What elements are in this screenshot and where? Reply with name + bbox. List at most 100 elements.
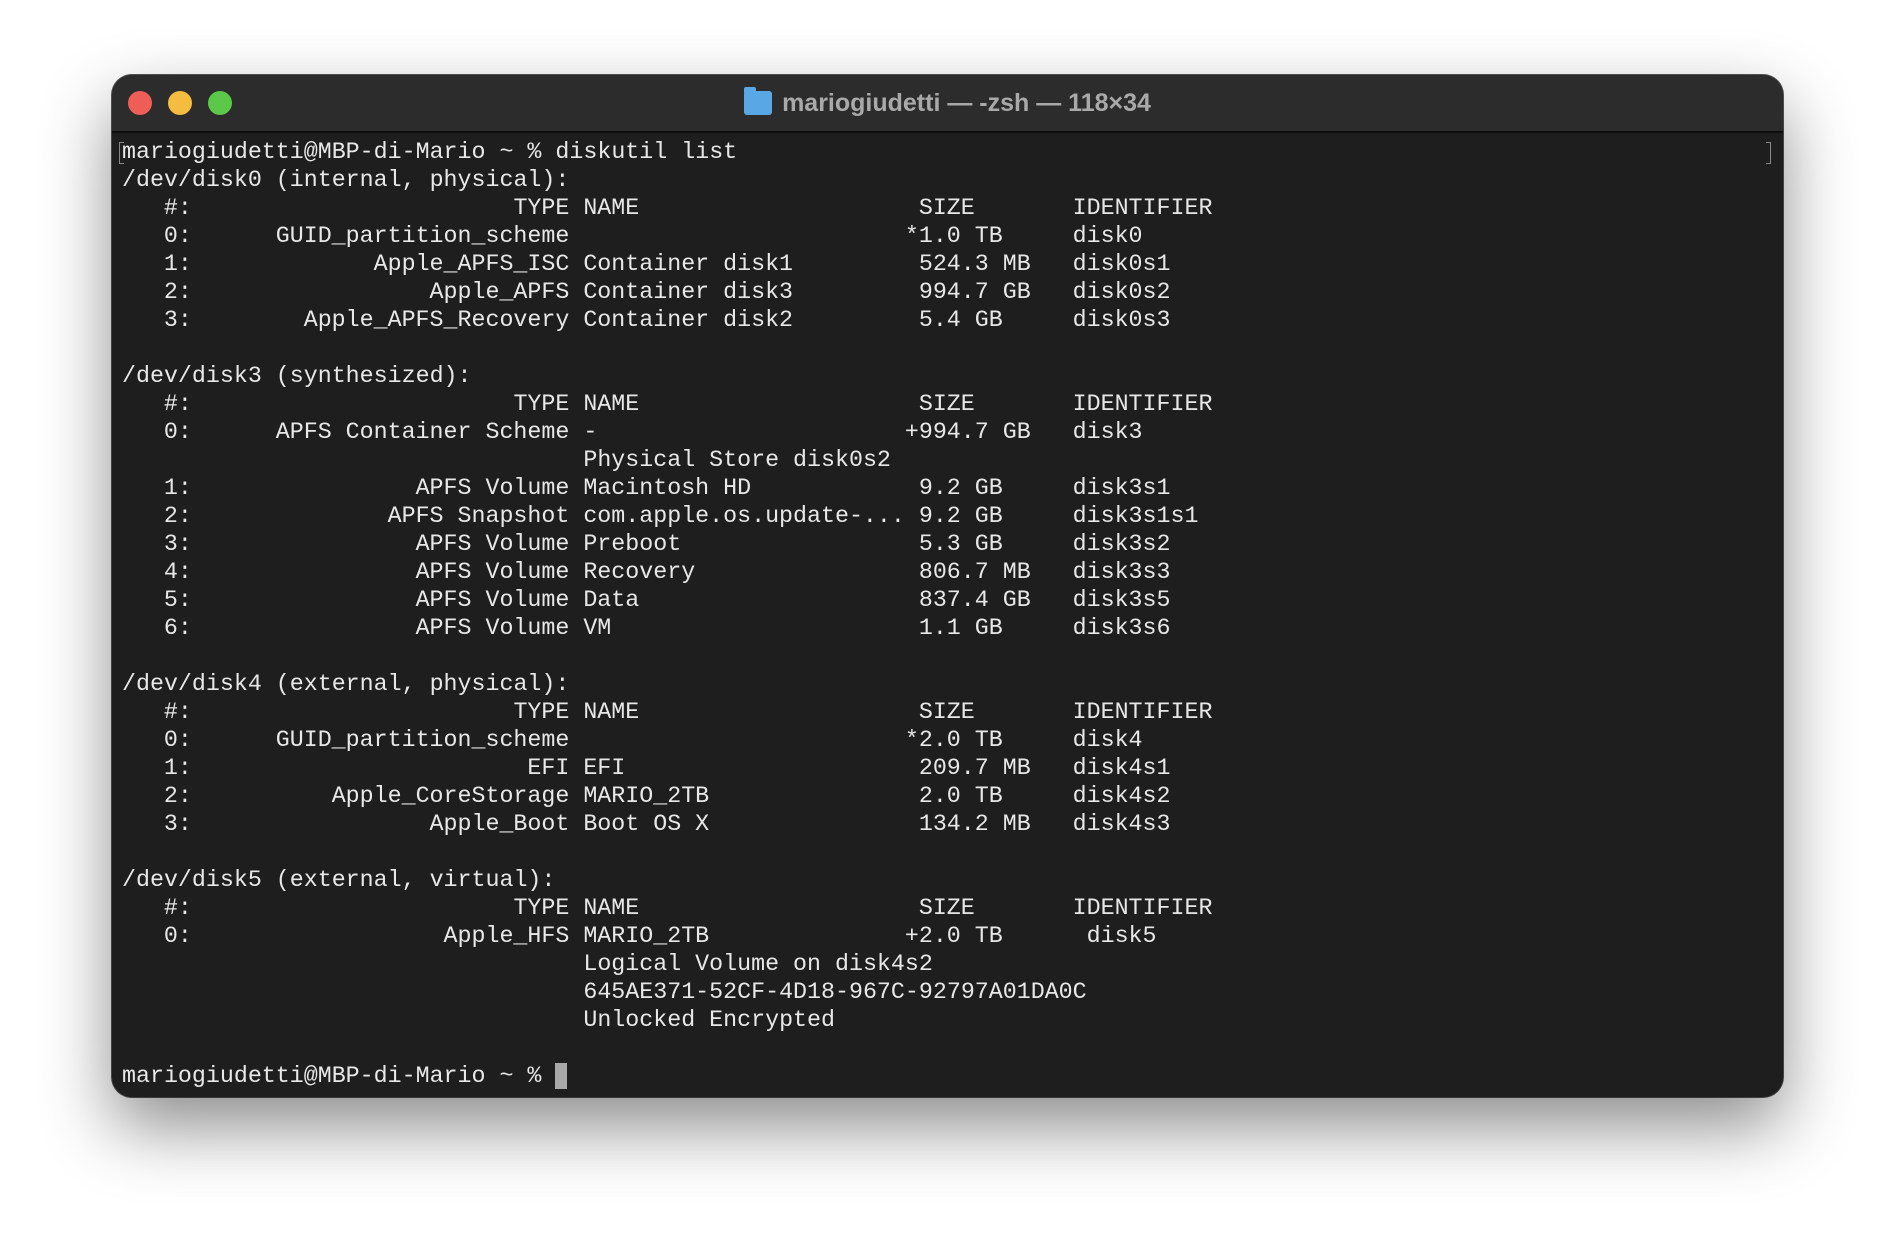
cell-size: 134.2 MB: [918, 811, 1031, 837]
cell-name: NAME: [583, 699, 640, 725]
cell-type: Apple_APFS_ISC: [373, 251, 570, 277]
cell-size: 837.4 GB: [918, 587, 1031, 613]
cell-type: GUID_partition_scheme: [275, 223, 570, 249]
cell-id: disk4s1: [1072, 755, 1171, 781]
partition-row: 4: APFS Volume Recovery 806.7 MB disk3s3: [122, 558, 1773, 586]
cell-id: IDENTIFIER: [1072, 699, 1213, 725]
cell-name: NAME: [583, 391, 640, 417]
cell-id: disk3s5: [1072, 587, 1171, 613]
cell-name: Macintosh HD: [583, 475, 752, 501]
prompt-line[interactable]: mariogiudetti@MBP-di-Mario ~ %: [122, 1062, 1773, 1090]
cell-id: disk5: [1072, 923, 1157, 949]
cell-name: Container disk2: [583, 307, 794, 333]
cell-num: 0:: [163, 419, 192, 445]
cell-name: com.apple.os.update-...: [583, 503, 905, 529]
cell-name: VM: [583, 615, 612, 641]
cell-marker: +: [904, 923, 919, 949]
cell-marker: [905, 250, 919, 278]
home-folder-icon: [744, 87, 773, 115]
cell-marker: *: [904, 727, 919, 753]
cell-num: 1:: [163, 475, 192, 501]
mark-bracket-right: [1766, 142, 1771, 164]
terminal-output[interactable]: mariogiudetti@MBP-di-Mario ~ % diskutil …: [119, 138, 1773, 1090]
title-bar[interactable]: mariogiudetti — -zsh — 118×34: [112, 75, 1783, 133]
disk-header: /dev/disk3 (synthesized):: [122, 363, 472, 389]
prompt: mariogiudetti@MBP-di-Mario ~ %: [122, 139, 556, 165]
mark-bracket-left: [119, 142, 124, 164]
partition-row: 2: Apple_CoreStorage MARIO_2TB 2.0 TB disk4s…: [122, 782, 1773, 810]
cell-type: APFS Volume: [415, 615, 570, 641]
partition-row: 3: Apple_Boot Boot OS X 134.2 MB disk4s3: [122, 810, 1773, 838]
command-line: mariogiudetti@MBP-di-Mario ~ % diskutil …: [119, 138, 1773, 166]
cell-num: 0:: [163, 727, 192, 753]
cell-type: APFS Snapshot: [387, 503, 570, 529]
partition-row: 3: APFS Volume Preboot 5.3 GB disk3s2: [122, 530, 1773, 558]
cell-size: 1.1 GB: [918, 615, 1003, 641]
cell-num: #:: [163, 195, 192, 221]
cell-type: APFS Volume: [415, 559, 570, 585]
cell-size: SIZE: [918, 391, 975, 417]
partition-row: 0: Apple_HFS MARIO_2TB +2.0 TB disk5: [122, 922, 1773, 950]
partition-row: 1: EFI EFI 209.7 MB disk4s1: [122, 754, 1773, 782]
cell-num: 0:: [163, 923, 192, 949]
partition-detail: Unlocked Encrypted: [583, 1007, 835, 1033]
cell-type: TYPE: [513, 699, 570, 725]
cell-marker: [905, 586, 919, 614]
cell-marker: [905, 894, 919, 922]
cell-type: APFS Volume: [415, 531, 570, 557]
cell-name: NAME: [583, 895, 640, 921]
cell-id: IDENTIFIER: [1072, 391, 1213, 417]
cell-size: 1.0 TB: [918, 223, 1003, 249]
cell-size: 9.2 GB: [918, 503, 1003, 529]
cell-type: Apple_APFS: [429, 279, 570, 305]
cell-size: 994.7 GB: [918, 279, 1031, 305]
cell-id: disk0s1: [1072, 251, 1171, 277]
partition-detail: 645AE371-52CF-4D18-967C-92797A01DA0C: [583, 979, 1087, 1005]
cell-num: 5:: [163, 587, 192, 613]
cell-id: disk0s2: [1072, 279, 1171, 305]
cell-marker: [905, 698, 919, 726]
cell-num: 3:: [163, 531, 192, 557]
cell-name: EFI: [583, 755, 626, 781]
cell-name: Container disk3: [583, 279, 794, 305]
cell-type: Apple_APFS_Recovery: [303, 307, 570, 333]
cell-num: #:: [163, 895, 192, 921]
cell-id: disk4s3: [1072, 811, 1171, 837]
partition-row: 5: APFS Volume Data 837.4 GB disk3s5: [122, 586, 1773, 614]
cell-type: GUID_partition_scheme: [275, 727, 570, 753]
cell-id: disk0: [1072, 223, 1143, 249]
partition-row: 3: Apple_APFS_Recovery Container disk2 5.4 …: [122, 306, 1773, 334]
window-title: mariogiudetti — -zsh — 118×34: [112, 75, 1783, 131]
cell-size: 2.0 TB: [918, 923, 1003, 949]
disk-header: /dev/disk5 (external, virtual):: [122, 867, 556, 893]
cell-size: 806.7 MB: [918, 559, 1031, 585]
cell-num: 6:: [163, 615, 192, 641]
column-header-row: #: TYPE NAME SIZE IDENTIFIER: [122, 194, 1773, 222]
partition-row: 0: GUID_partition_scheme *2.0 TB disk4: [122, 726, 1773, 754]
cell-marker: *: [904, 223, 919, 249]
partition-row: 2: APFS Snapshot com.apple.os.update-... 9.…: [122, 502, 1773, 530]
cell-num: #:: [163, 391, 192, 417]
cell-num: #:: [163, 699, 192, 725]
cell-num: 2:: [163, 783, 192, 809]
partition-row: 1: APFS Volume Macintosh HD 9.2 GB disk3s1: [122, 474, 1773, 502]
cell-name: MARIO_2TB: [583, 923, 710, 949]
disk-header: /dev/disk0 (internal, physical):: [122, 167, 570, 193]
window-title-text: mariogiudetti — -zsh — 118×34: [782, 88, 1151, 117]
